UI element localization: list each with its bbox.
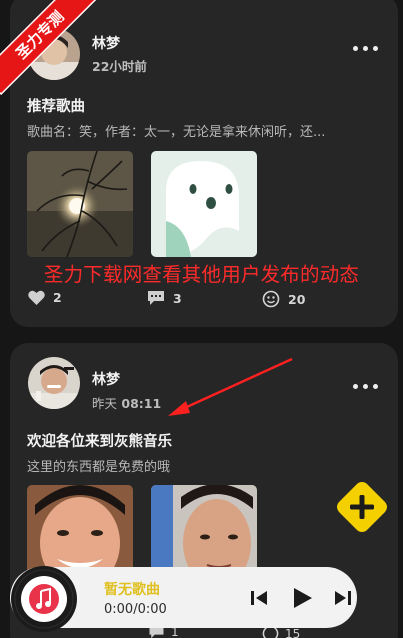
- prev-button[interactable]: [248, 587, 270, 613]
- player-time: 0:00/0:00: [104, 602, 167, 617]
- username[interactable]: 林梦: [92, 33, 120, 53]
- post-description: 这里的东西都是免费的哦: [27, 460, 171, 475]
- post-title: 推荐歌曲: [27, 99, 85, 115]
- player-song-title: 暂无歌曲: [104, 582, 160, 598]
- view-stat: 20: [262, 290, 305, 308]
- post-description: 歌曲名：笑，作者：太一，无论是拿来休闲听，还...: [27, 125, 326, 140]
- comment-count: 3: [173, 290, 182, 306]
- post-time: 昨天 08:11: [92, 396, 162, 411]
- annotation-arrow: [168, 357, 293, 416]
- smiley-icon: [262, 290, 280, 308]
- add-post-button[interactable]: [335, 480, 389, 534]
- play-icon: [294, 588, 312, 608]
- avatar[interactable]: [28, 357, 80, 409]
- album-disc[interactable]: [10, 565, 78, 633]
- post-image[interactable]: [151, 151, 257, 257]
- comment-button[interactable]: 3: [147, 290, 182, 306]
- more-icon[interactable]: [353, 384, 378, 389]
- post-stats: 2 3 20: [28, 290, 388, 308]
- plus-icon: [337, 482, 387, 532]
- more-icon[interactable]: [353, 46, 378, 51]
- play-button[interactable]: [290, 585, 314, 615]
- view-count: 20: [288, 291, 306, 307]
- post-time: 22小时前: [92, 59, 147, 74]
- music-note-icon: [29, 584, 59, 614]
- prev-icon: [251, 591, 267, 605]
- next-icon: [335, 591, 351, 605]
- comment-icon: [148, 291, 164, 305]
- next-button[interactable]: [332, 587, 354, 613]
- like-count: 2: [53, 290, 62, 305]
- username[interactable]: 林梦: [92, 369, 120, 389]
- watermark-caption: 圣力下载网查看其他用户发布的动态: [43, 263, 360, 286]
- heart-icon: [28, 290, 45, 305]
- post-image[interactable]: [27, 151, 133, 257]
- view-count: 15: [285, 626, 301, 638]
- post-title: 欢迎各位来到灰熊音乐: [27, 434, 172, 450]
- like-button[interactable]: 2: [28, 290, 62, 305]
